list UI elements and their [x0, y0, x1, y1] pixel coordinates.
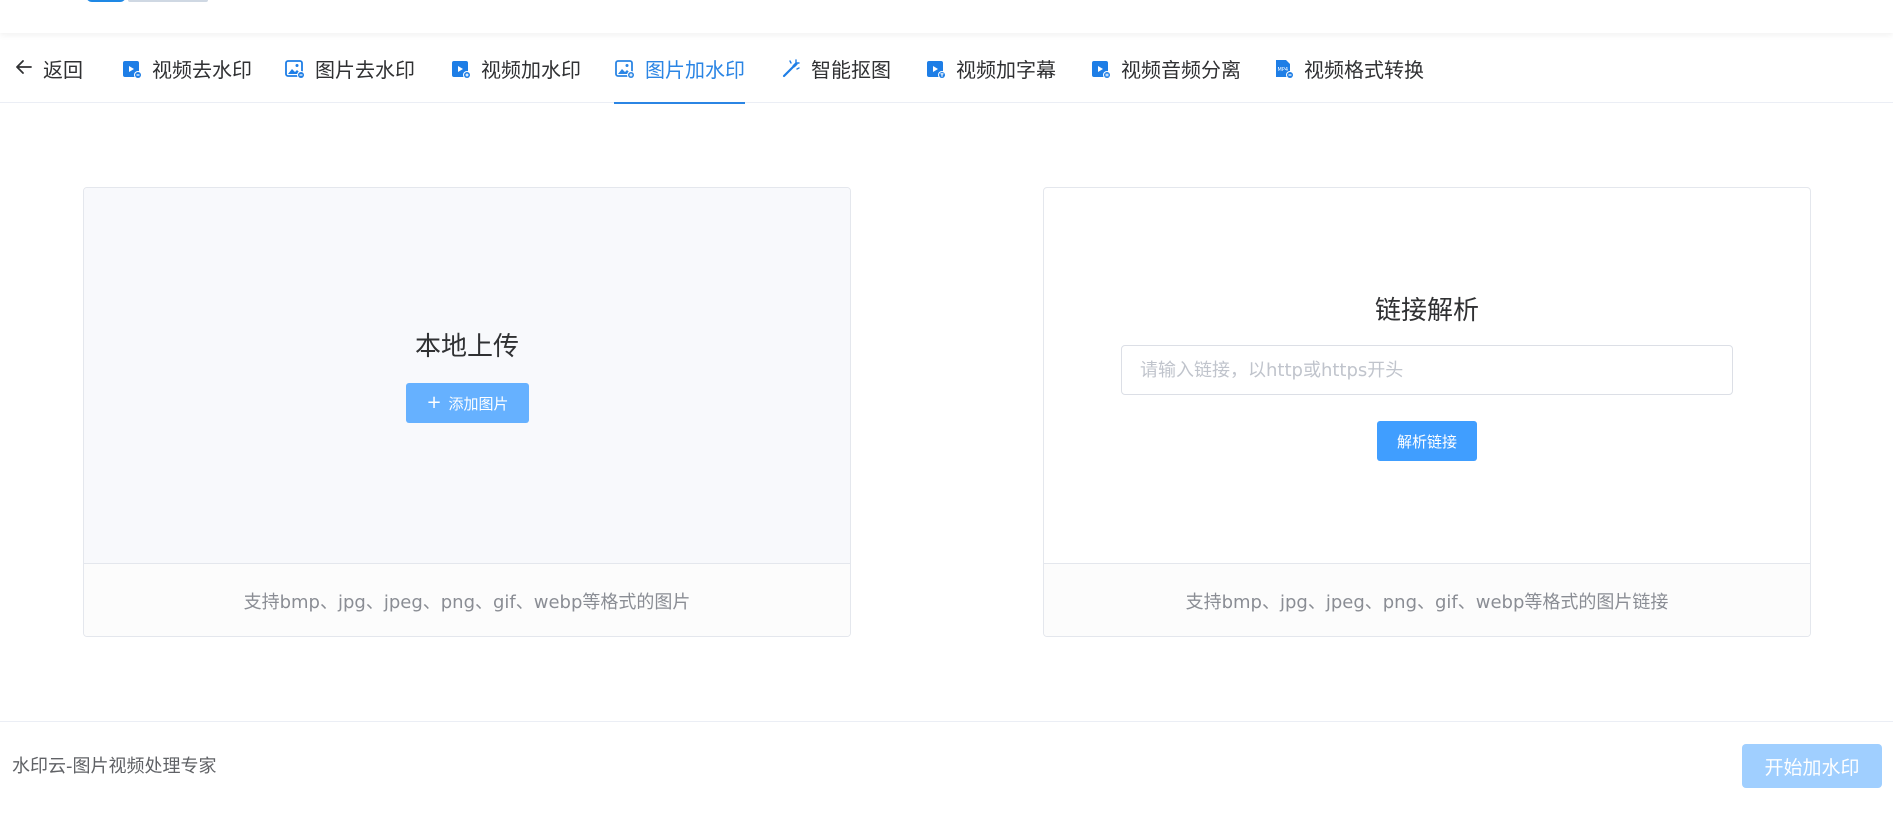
plus-icon: + [426, 392, 442, 413]
magic-wand-icon [780, 58, 802, 80]
add-image-label: 添加图片 [448, 394, 509, 413]
add-image-button[interactable]: + 添加图片 [406, 383, 529, 423]
tab-label: 视频去水印 [152, 58, 252, 82]
back-button[interactable]: 返回 [14, 34, 83, 103]
video-text-icon [925, 58, 947, 80]
local-upload-card: 本地上传 + 添加图片 支持bmp、jpg、jpeg、png、gif、webp等… [83, 187, 851, 637]
logo-text-fragment [128, 0, 208, 2]
video-audio-icon [1090, 58, 1112, 80]
image-add-icon [614, 58, 636, 80]
tab-label: 智能抠图 [811, 58, 891, 82]
link-parse-area: 链接解析 解析链接 [1044, 188, 1810, 564]
mp4-icon: MP4 [1273, 58, 1295, 80]
tab-label: 图片加水印 [645, 58, 745, 82]
tab-image-remove-watermark[interactable]: 图片去水印 [284, 34, 415, 103]
footer-bar: 水印云-图片视频处理专家 开始加水印 [0, 721, 1893, 818]
svg-text:MP4: MP4 [1278, 67, 1289, 73]
logo [86, 0, 126, 2]
tab-label: 图片去水印 [315, 58, 415, 82]
video-add-icon [450, 58, 472, 80]
tab-image-add-watermark[interactable]: 图片加水印 [614, 34, 745, 104]
url-input[interactable] [1121, 345, 1733, 395]
tab-label: 视频加字幕 [956, 58, 1056, 82]
tab-label: 视频格式转换 [1304, 58, 1424, 82]
start-watermark-button[interactable]: 开始加水印 [1742, 744, 1882, 788]
tool-nav: 返回 视频去水印 图片去水印 视频加水印 图片加水印 智能抠图 视频加字幕 视频… [0, 34, 1893, 104]
link-format-hint: 支持bmp、jpg、jpeg、png、gif、webp等格式的图片链接 [1044, 564, 1810, 636]
tab-video-audio-split[interactable]: 视频音频分离 [1090, 34, 1241, 103]
link-parse-card: 链接解析 解析链接 支持bmp、jpg、jpeg、png、gif、webp等格式… [1043, 187, 1811, 637]
top-header [0, 0, 1893, 33]
image-icon [284, 58, 306, 80]
link-title: 链接解析 [1374, 296, 1479, 326]
upload-title: 本地上传 [414, 332, 519, 362]
tab-video-add-watermark[interactable]: 视频加水印 [450, 34, 581, 103]
tab-video-remove-watermark[interactable]: 视频去水印 [121, 34, 252, 103]
arrow-left-icon [14, 57, 34, 81]
video-icon [121, 58, 143, 80]
tab-video-format-convert[interactable]: MP4 视频格式转换 [1273, 34, 1424, 103]
brand-text: 水印云-图片视频处理专家 [12, 756, 217, 777]
parse-link-button[interactable]: 解析链接 [1377, 421, 1477, 461]
back-label: 返回 [43, 58, 83, 82]
tab-label: 视频音频分离 [1121, 58, 1241, 82]
tab-label: 视频加水印 [481, 58, 581, 82]
tab-video-subtitles[interactable]: 视频加字幕 [925, 34, 1056, 103]
upload-drop-area[interactable]: 本地上传 + 添加图片 [84, 188, 850, 564]
upload-format-hint: 支持bmp、jpg、jpeg、png、gif、webp等格式的图片 [84, 564, 850, 636]
tab-smart-cutout[interactable]: 智能抠图 [780, 34, 891, 103]
